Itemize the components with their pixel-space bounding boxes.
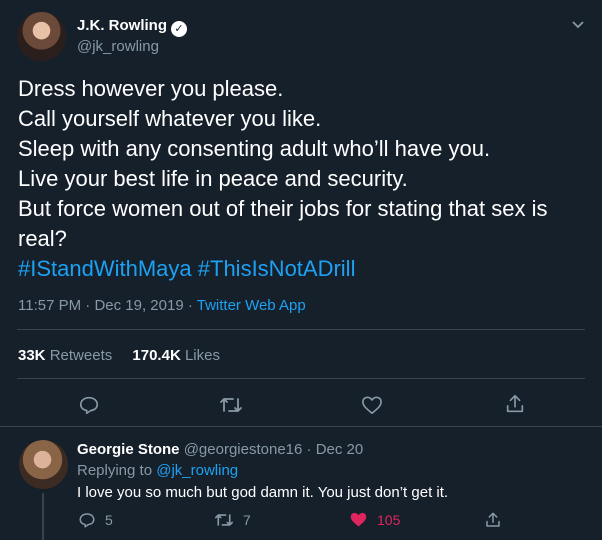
thread-line: [42, 493, 44, 540]
replying-to-label: Replying to: [77, 462, 153, 479]
reply-text: I love you so much but god damn it. You …: [77, 484, 449, 501]
tweet-source[interactable]: Twitter Web App: [197, 297, 306, 314]
reply-author-avatar[interactable]: [19, 440, 68, 489]
retweets-stat[interactable]: 33K Retweets: [18, 347, 112, 364]
replying-to: Replying to @jk_rowling: [77, 462, 238, 479]
likes-label: Likes: [184, 347, 220, 364]
retweet-icon: [214, 511, 234, 529]
tweet-time[interactable]: 11:57 PM: [18, 297, 81, 314]
hashtag-row: #IStandWithMaya #ThisIsNotADrill: [18, 254, 547, 284]
reply-author-name[interactable]: Georgie Stone: [77, 441, 180, 458]
reply-icon[interactable]: [78, 394, 100, 416]
divider: [0, 426, 602, 427]
reply-reply-action[interactable]: 5: [78, 511, 113, 529]
author-name[interactable]: J.K. Rowling: [77, 17, 167, 34]
like-icon[interactable]: [361, 395, 383, 415]
author-handle[interactable]: @jk_rowling: [77, 38, 159, 55]
reply-retweet-action[interactable]: 7: [214, 511, 251, 529]
tweet-line: But force women out of their jobs for st…: [18, 196, 548, 221]
tweet-line: Sleep with any consenting adult who’ll h…: [18, 136, 491, 161]
author-name-row[interactable]: J.K. Rowling ✓: [77, 17, 187, 37]
retweet-count: 7: [243, 512, 251, 528]
tweet-date[interactable]: Dec 19, 2019: [94, 297, 183, 314]
reply-header: Georgie Stone @georgiestone16 · Dec 20: [77, 441, 363, 458]
retweets-count: 33K: [18, 347, 46, 364]
tweet-line: real?: [18, 226, 67, 251]
tweet-line: Dress however you please.: [18, 76, 284, 101]
tweet-timestamp: 11:57 PM · Dec 19, 2019 · Twitter Web Ap…: [18, 297, 306, 314]
divider: [17, 378, 585, 379]
likes-stat[interactable]: 170.4K Likes: [132, 347, 220, 364]
like-count: 105: [377, 511, 401, 528]
hashtag-link[interactable]: #ThisIsNotADrill: [198, 256, 356, 281]
tweet-line: Live your best life in peace and securit…: [18, 166, 408, 191]
replying-to-handle[interactable]: @jk_rowling: [156, 462, 238, 479]
tweet-line: Call yourself whatever you like.: [18, 106, 322, 131]
share-icon[interactable]: [504, 393, 526, 415]
reply-date[interactable]: Dec 20: [316, 441, 364, 458]
chevron-down-icon[interactable]: [570, 16, 586, 32]
retweets-label: Retweets: [49, 347, 113, 364]
divider: [17, 329, 585, 330]
verified-badge-icon: ✓: [171, 21, 187, 37]
likes-count: 170.4K: [132, 347, 181, 364]
tweet-stats: 33K Retweets 170.4K Likes: [18, 347, 220, 364]
reply-icon: [78, 511, 96, 529]
hashtag-link[interactable]: #IStandWithMaya: [18, 256, 192, 281]
reply-author-handle[interactable]: @georgiestone16: [184, 441, 303, 458]
retweet-icon[interactable]: [219, 394, 243, 416]
reply-separator: ·: [302, 441, 316, 458]
reply-count: 5: [105, 512, 113, 528]
tweet-text: Dress however you please. Call yourself …: [18, 74, 547, 284]
author-avatar[interactable]: [17, 12, 66, 61]
share-icon[interactable]: [484, 511, 502, 529]
like-icon: [349, 511, 368, 528]
reply-like-action[interactable]: 105: [349, 511, 400, 528]
